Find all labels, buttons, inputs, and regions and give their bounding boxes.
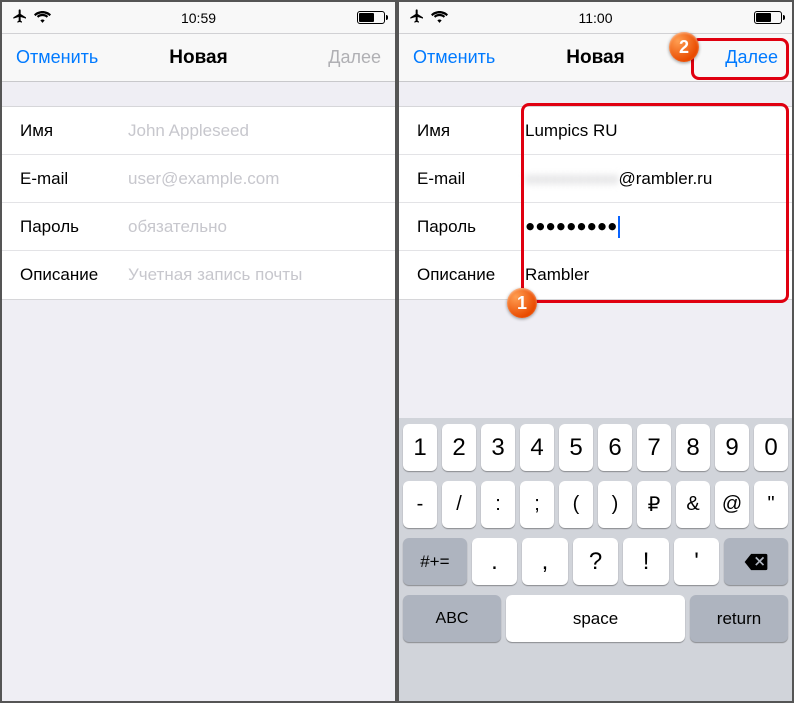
key-sym[interactable]: " xyxy=(754,481,788,528)
backspace-icon[interactable] xyxy=(724,538,788,585)
desc-label: Описание xyxy=(417,265,525,285)
desc-row[interactable]: Описание Учетная запись почты xyxy=(2,251,395,299)
status-time: 11:00 xyxy=(579,10,613,26)
key-2[interactable]: 2 xyxy=(442,424,476,471)
desc-label: Описание xyxy=(20,265,128,285)
key-return[interactable]: return xyxy=(690,595,788,642)
email-row[interactable]: E-mail xxxxxxxxxxx@rambler.ru xyxy=(399,155,792,203)
wifi-icon xyxy=(431,10,448,26)
key-4[interactable]: 4 xyxy=(520,424,554,471)
status-time: 10:59 xyxy=(181,10,216,26)
key-0[interactable]: 0 xyxy=(754,424,788,471)
email-input[interactable]: xxxxxxxxxxx@rambler.ru xyxy=(525,169,712,189)
desc-input[interactable]: Учетная запись почты xyxy=(128,265,302,285)
key-mode[interactable]: #+= xyxy=(403,538,467,585)
key-sym[interactable]: ) xyxy=(598,481,632,528)
wifi-icon xyxy=(34,10,51,26)
password-row[interactable]: Пароль обязательно xyxy=(2,203,395,251)
text-cursor xyxy=(618,216,620,238)
key-6[interactable]: 6 xyxy=(598,424,632,471)
badge-2: 2 xyxy=(669,32,699,62)
airplane-icon xyxy=(409,8,425,27)
cancel-button[interactable]: Отменить xyxy=(413,47,495,68)
desc-row[interactable]: Описание Rambler xyxy=(399,251,792,299)
screen-left: 10:59 Отменить Новая Далее Имя John Appl… xyxy=(0,0,397,703)
password-input[interactable]: обязательно xyxy=(128,217,227,237)
cancel-button[interactable]: Отменить xyxy=(16,47,98,68)
badge-1: 1 xyxy=(507,288,537,318)
key-9[interactable]: 9 xyxy=(715,424,749,471)
key-space[interactable]: space xyxy=(506,595,685,642)
desc-input[interactable]: Rambler xyxy=(525,265,589,285)
key-sym[interactable]: ( xyxy=(559,481,593,528)
email-label: E-mail xyxy=(417,169,525,189)
statusbar: 10:59 xyxy=(2,2,395,34)
name-input[interactable]: John Appleseed xyxy=(128,121,249,141)
account-form: Имя Lumpics RU E-mail xxxxxxxxxxx@ramble… xyxy=(399,106,792,300)
key-punct[interactable]: ? xyxy=(573,538,619,585)
statusbar: 11:00 xyxy=(399,2,792,34)
password-row[interactable]: Пароль ●●●●●●●●● xyxy=(399,203,792,251)
next-button[interactable]: Далее xyxy=(725,47,778,68)
account-form: Имя John Appleseed E-mail user@example.c… xyxy=(2,106,395,300)
battery-icon xyxy=(754,11,782,24)
key-sym[interactable]: - xyxy=(403,481,437,528)
navbar: Отменить Новая Далее xyxy=(2,34,395,82)
key-sym[interactable]: ; xyxy=(520,481,554,528)
key-sym[interactable]: ₽ xyxy=(637,481,671,528)
key-7[interactable]: 7 xyxy=(637,424,671,471)
password-label: Пароль xyxy=(417,217,525,237)
key-punct[interactable]: . xyxy=(472,538,518,585)
email-label: E-mail xyxy=(20,169,128,189)
key-punct[interactable]: , xyxy=(522,538,568,585)
key-sym[interactable]: @ xyxy=(715,481,749,528)
nav-title: Новая xyxy=(169,47,227,69)
airplane-icon xyxy=(12,8,28,27)
name-label: Имя xyxy=(417,121,525,141)
navbar: Отменить Новая Далее xyxy=(399,34,792,82)
name-input[interactable]: Lumpics RU xyxy=(525,121,618,141)
name-row[interactable]: Имя John Appleseed xyxy=(2,107,395,155)
key-1[interactable]: 1 xyxy=(403,424,437,471)
key-3[interactable]: 3 xyxy=(481,424,515,471)
name-label: Имя xyxy=(20,121,128,141)
key-sym[interactable]: & xyxy=(676,481,710,528)
next-button: Далее xyxy=(328,47,381,68)
screen-right: 11:00 Отменить Новая Далее Имя Lumpics R… xyxy=(397,0,794,703)
password-input[interactable]: ●●●●●●●●● xyxy=(525,216,620,238)
key-8[interactable]: 8 xyxy=(676,424,710,471)
nav-title: Новая xyxy=(566,47,624,69)
key-punct[interactable]: ' xyxy=(674,538,720,585)
battery-icon xyxy=(357,11,385,24)
keyboard: 1234567890 -/:;()₽&@" #+=.,?!' ABC space… xyxy=(399,418,792,701)
email-input[interactable]: user@example.com xyxy=(128,169,279,189)
name-row[interactable]: Имя Lumpics RU xyxy=(399,107,792,155)
key-5[interactable]: 5 xyxy=(559,424,593,471)
key-abc[interactable]: ABC xyxy=(403,595,501,642)
key-punct[interactable]: ! xyxy=(623,538,669,585)
password-label: Пароль xyxy=(20,217,128,237)
key-sym[interactable]: : xyxy=(481,481,515,528)
key-sym[interactable]: / xyxy=(442,481,476,528)
email-row[interactable]: E-mail user@example.com xyxy=(2,155,395,203)
